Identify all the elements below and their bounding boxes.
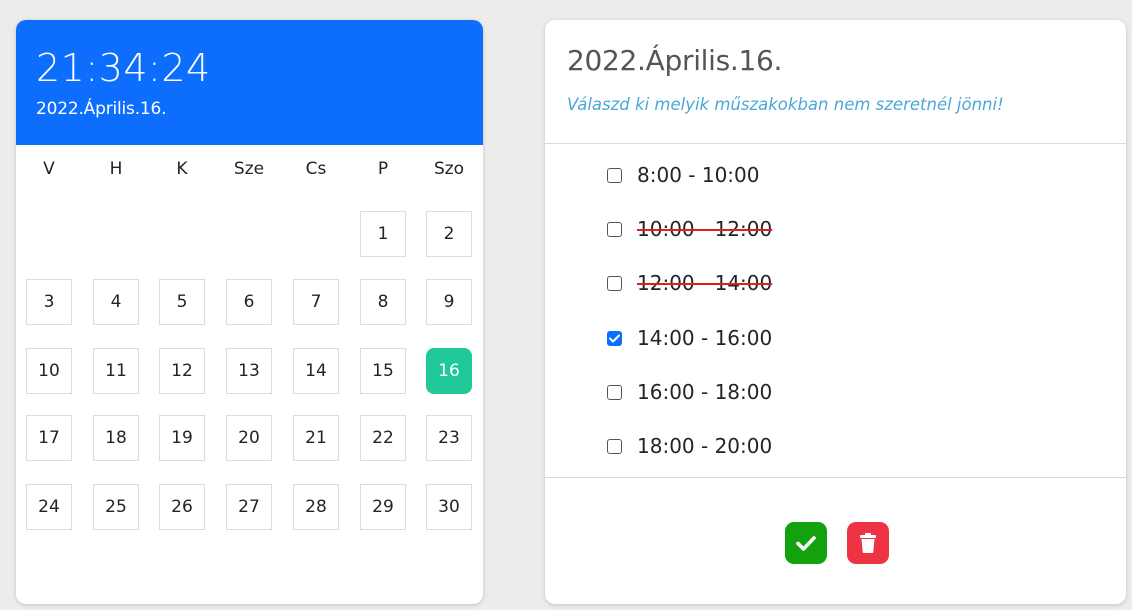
shift-checkbox[interactable] bbox=[607, 384, 622, 400]
calendar-day[interactable]: 18 bbox=[93, 415, 139, 461]
shift-option[interactable]: 8:00 - 10:00 bbox=[607, 160, 759, 190]
trash-icon bbox=[860, 533, 876, 553]
calendar-day[interactable]: 4 bbox=[93, 279, 139, 325]
weekday-row: V H K Sze Cs P Szo bbox=[16, 145, 483, 193]
shift-label: 18:00 - 20:00 bbox=[637, 434, 773, 458]
calendar-day[interactable]: 25 bbox=[93, 484, 139, 530]
shift-option[interactable]: 16:00 - 18:00 bbox=[607, 377, 772, 407]
calendar-day[interactable]: 14 bbox=[293, 348, 339, 394]
shift-checkbox[interactable] bbox=[607, 438, 622, 454]
confirm-button[interactable] bbox=[785, 522, 827, 564]
shift-checkbox[interactable] bbox=[607, 330, 622, 346]
calendar-day[interactable]: 29 bbox=[360, 484, 406, 530]
shift-checkbox[interactable] bbox=[607, 275, 622, 291]
shift-label: 8:00 - 10:00 bbox=[637, 163, 760, 187]
calendar-day[interactable]: 17 bbox=[26, 415, 72, 461]
calendar-day[interactable]: 30 bbox=[426, 484, 472, 530]
shift-list: 8:00 - 10:00 10:00 - 12:00 12:00 - 14:00 14… bbox=[545, 144, 1126, 478]
calendar-day[interactable]: 10 bbox=[26, 348, 72, 394]
calendar-day[interactable]: 27 bbox=[226, 484, 272, 530]
shift-label: 10:00 - 12:00 bbox=[637, 217, 773, 241]
shift-checkbox[interactable] bbox=[607, 167, 622, 183]
action-bar bbox=[545, 478, 1126, 602]
calendar-day[interactable]: 3 bbox=[26, 279, 72, 325]
shift-option[interactable]: 10:00 - 12:00 bbox=[607, 214, 772, 244]
shift-option[interactable]: 12:00 - 14:00 bbox=[607, 268, 772, 298]
current-date: 2022.Április.16. bbox=[36, 99, 167, 119]
weekday-label: Szo bbox=[433, 159, 465, 179]
calendar-day[interactable]: 26 bbox=[159, 484, 205, 530]
clock-time: 21:34:24 bbox=[36, 46, 211, 90]
calendar-day[interactable]: 28 bbox=[293, 484, 339, 530]
calendar-day[interactable]: 11 bbox=[93, 348, 139, 394]
shift-card: 2022.Április.16. Válaszd ki melyik műsza… bbox=[545, 20, 1126, 604]
calendar-day[interactable]: 12 bbox=[159, 348, 205, 394]
weekday-label: V bbox=[43, 159, 55, 179]
calendar-day[interactable]: 9 bbox=[426, 279, 472, 325]
calendar-day[interactable]: 5 bbox=[159, 279, 205, 325]
calendar-day[interactable]: 19 bbox=[159, 415, 205, 461]
weekday-label: K bbox=[176, 159, 188, 179]
calendar-day[interactable]: 15 bbox=[360, 348, 406, 394]
calendar-day[interactable]: 7 bbox=[293, 279, 339, 325]
calendar-day[interactable]: 22 bbox=[360, 415, 406, 461]
calendar-day[interactable]: 8 bbox=[360, 279, 406, 325]
shift-option[interactable]: 18:00 - 20:00 bbox=[607, 431, 772, 461]
weekday-label: P bbox=[377, 159, 389, 179]
calendar-day[interactable]: 6 bbox=[226, 279, 272, 325]
calendar-day[interactable]: 24 bbox=[26, 484, 72, 530]
calendar-card: 21:34:24 2022.Április.16. V H K Sze Cs P… bbox=[16, 20, 483, 604]
shift-label: 12:00 - 14:00 bbox=[637, 271, 773, 295]
shift-label: 16:00 - 18:00 bbox=[637, 380, 773, 404]
calendar-day[interactable]: 21 bbox=[293, 415, 339, 461]
shift-label: 14:00 - 16:00 bbox=[637, 326, 773, 350]
calendar-day-selected[interactable]: 16 bbox=[426, 348, 472, 394]
calendar-day[interactable]: 23 bbox=[426, 415, 472, 461]
delete-button[interactable] bbox=[847, 522, 889, 564]
calendar-day[interactable]: 1 bbox=[360, 211, 406, 257]
weekday-label: Sze bbox=[233, 159, 265, 179]
check-icon bbox=[796, 536, 816, 551]
shift-instruction: Válaszd ki melyik műszakokban nem szeret… bbox=[567, 95, 1004, 114]
shift-option[interactable]: 14:00 - 16:00 bbox=[607, 323, 772, 353]
shift-header: 2022.Április.16. Válaszd ki melyik műsza… bbox=[545, 20, 1126, 144]
calendar-day[interactable]: 2 bbox=[426, 211, 472, 257]
shift-date-title: 2022.Április.16. bbox=[567, 44, 783, 77]
calendar-header: 21:34:24 2022.Április.16. bbox=[16, 20, 483, 145]
shift-checkbox[interactable] bbox=[607, 221, 622, 237]
weekday-label: Cs bbox=[305, 159, 327, 179]
calendar-day[interactable]: 20 bbox=[226, 415, 272, 461]
weekday-label: H bbox=[109, 159, 123, 179]
calendar-day[interactable]: 13 bbox=[226, 348, 272, 394]
